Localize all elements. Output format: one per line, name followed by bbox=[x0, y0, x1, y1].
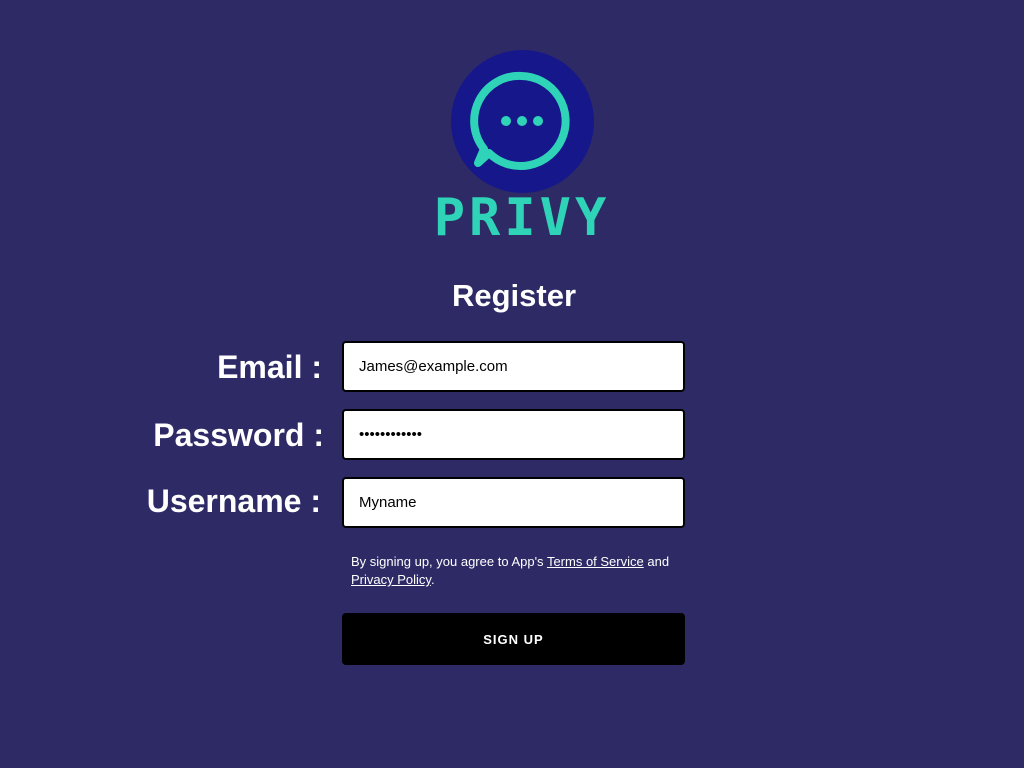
terms-notice: By signing up, you agree to App's Terms … bbox=[351, 553, 691, 589]
terms-prefix: By signing up, you agree to App's bbox=[351, 554, 547, 569]
email-field[interactable] bbox=[342, 341, 685, 392]
terms-suffix: . bbox=[430, 572, 435, 587]
logo bbox=[451, 50, 594, 193]
privacy-policy-link[interactable]: Privacy Policy bbox=[351, 572, 431, 587]
email-label: Email : bbox=[217, 349, 322, 385]
sign-up-button[interactable]: SIGN UP bbox=[342, 613, 685, 665]
username-label: Username : bbox=[146, 483, 321, 519]
username-field[interactable] bbox=[342, 477, 685, 528]
page-title: Register bbox=[451, 278, 577, 313]
brand-name: PRIVY bbox=[433, 188, 611, 248]
chat-bubble-icon bbox=[470, 71, 570, 170]
terms-middle: and bbox=[643, 554, 670, 569]
terms-of-service-link[interactable]: Terms of Service bbox=[547, 554, 644, 569]
password-field[interactable] bbox=[342, 409, 685, 460]
password-label: Password : bbox=[153, 417, 324, 453]
register-page: PRIVY Register Email : Password : Userna… bbox=[0, 0, 1024, 768]
